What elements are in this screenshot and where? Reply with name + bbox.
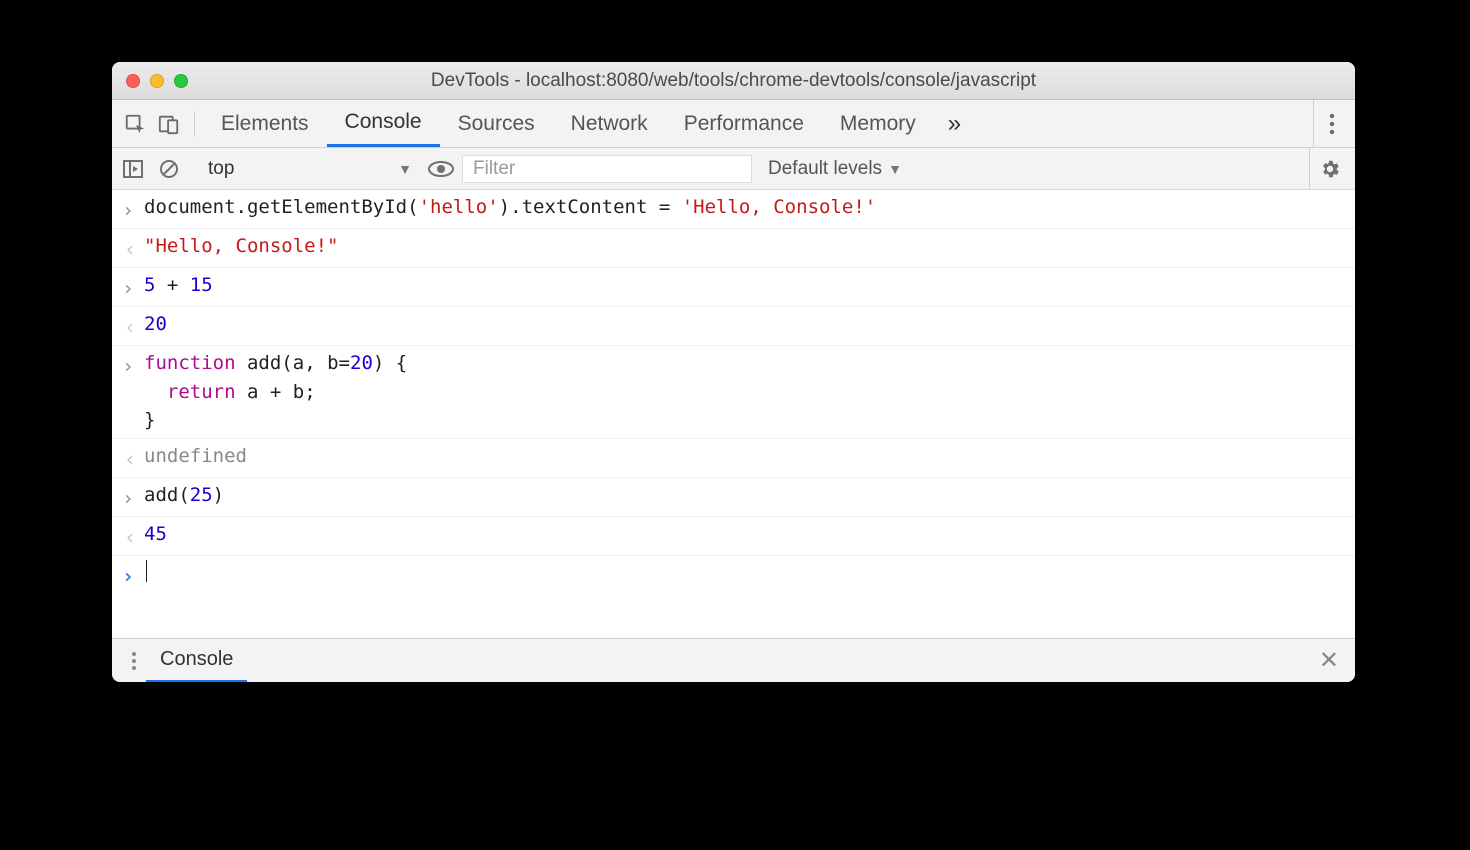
filter-input[interactable]: Filter [462, 155, 752, 183]
tab-label: Performance [684, 112, 804, 136]
console-input-row: function add(a, b=20) { return a + b; } [112, 346, 1355, 439]
console-output-row: 45 [112, 517, 1355, 556]
console-line-content: add(25) [144, 481, 224, 513]
console-output[interactable]: document.getElementById('hello').textCon… [112, 190, 1355, 638]
console-line-content: undefined [144, 442, 247, 474]
output-marker-icon [122, 232, 144, 264]
tab-label: Elements [221, 112, 309, 136]
text-cursor [146, 560, 147, 582]
live-expression-icon[interactable] [426, 154, 456, 184]
drawer-tab-console[interactable]: Console [146, 640, 247, 683]
input-marker-icon [122, 193, 144, 225]
tab-network[interactable]: Network [553, 100, 666, 147]
console-input-row: 5 + 15 [112, 268, 1355, 307]
output-marker-icon [122, 520, 144, 552]
divider [194, 111, 195, 137]
log-levels-label: Default levels [768, 158, 882, 180]
minimize-window-button[interactable] [150, 74, 164, 88]
device-toolbar-icon[interactable] [152, 107, 186, 141]
console-prompt[interactable] [112, 556, 1355, 594]
tab-sources[interactable]: Sources [440, 100, 553, 147]
tab-performance[interactable]: Performance [666, 100, 822, 147]
console-output-row: 20 [112, 307, 1355, 346]
drawer-tab-label: Console [160, 648, 233, 671]
chevron-down-icon: ▼ [888, 161, 902, 177]
show-console-sidebar-icon[interactable] [118, 154, 148, 184]
drawer-menu-button[interactable] [122, 651, 146, 671]
close-window-button[interactable] [126, 74, 140, 88]
clear-console-icon[interactable] [154, 154, 184, 184]
console-line-content: 5 + 15 [144, 271, 213, 303]
zoom-window-button[interactable] [174, 74, 188, 88]
input-marker-icon [122, 481, 144, 513]
tab-elements[interactable]: Elements [203, 100, 327, 147]
tab-console[interactable]: Console [327, 100, 440, 147]
tab-label: Console [345, 110, 422, 134]
console-output-row: "Hello, Console!" [112, 229, 1355, 268]
traffic-lights [126, 74, 188, 88]
devtools-tabs: Elements Console Sources Network Performance… [112, 100, 1355, 148]
tab-label: Sources [458, 112, 535, 136]
devtools-window: DevTools - localhost:8080/web/tools/chro… [112, 62, 1355, 682]
console-line-content: 20 [144, 310, 167, 342]
tab-label: Network [571, 112, 648, 136]
console-line-content: function add(a, b=20) { return a + b; } [144, 349, 407, 435]
prompt-marker-icon [122, 559, 144, 591]
input-marker-icon [122, 271, 144, 303]
input-marker-icon [122, 349, 144, 435]
close-drawer-button[interactable]: ✕ [1313, 646, 1345, 675]
console-line-content: "Hello, Console!" [144, 232, 338, 264]
console-toolbar: top ▼ Filter Default levels ▼ [112, 148, 1355, 190]
log-levels-selector[interactable]: Default levels ▼ [758, 158, 912, 180]
filter-placeholder: Filter [473, 158, 515, 180]
console-line-content: 45 [144, 520, 167, 552]
console-settings-button[interactable] [1309, 148, 1349, 189]
console-input-row: document.getElementById('hello').textCon… [112, 190, 1355, 229]
drawer: Console ✕ [112, 638, 1355, 682]
tab-label: Memory [840, 112, 916, 136]
console-output-row: undefined [112, 439, 1355, 478]
devtools-menu-button[interactable] [1313, 100, 1349, 147]
chevron-down-icon: ▼ [398, 161, 412, 177]
window-title: DevTools - localhost:8080/web/tools/chro… [112, 70, 1355, 92]
titlebar: DevTools - localhost:8080/web/tools/chro… [112, 62, 1355, 100]
output-marker-icon [122, 310, 144, 342]
inspect-element-icon[interactable] [118, 107, 152, 141]
execution-context-label: top [208, 158, 234, 180]
output-marker-icon [122, 442, 144, 474]
console-input[interactable] [144, 559, 147, 591]
console-line-content: document.getElementById('hello').textCon… [144, 193, 876, 225]
chevron-double-right-icon: » [948, 110, 961, 138]
close-icon: ✕ [1319, 647, 1339, 674]
more-tabs-button[interactable]: » [934, 110, 975, 138]
tab-memory[interactable]: Memory [822, 100, 934, 147]
execution-context-selector[interactable]: top ▼ [200, 155, 420, 183]
console-input-row: add(25) [112, 478, 1355, 517]
